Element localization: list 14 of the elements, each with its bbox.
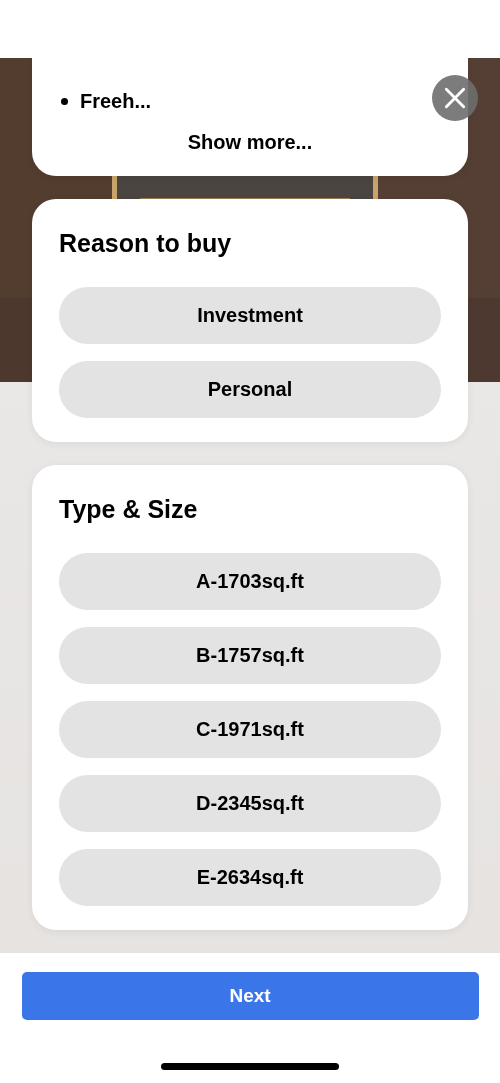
option-button[interactable]: B-1757sq.ft	[59, 627, 441, 684]
option-button[interactable]: A-1703sq.ft	[59, 553, 441, 610]
bullet-text: Freeh...	[80, 90, 152, 113]
option-button[interactable]: D-2345sq.ft	[59, 775, 441, 832]
section-title: Type & Size	[59, 495, 199, 524]
option-button[interactable]: Investment	[59, 287, 441, 344]
option-button[interactable]: Personal	[59, 361, 441, 418]
section-title: Reason to buy	[59, 229, 233, 258]
bullet-icon	[61, 98, 68, 105]
close-icon	[442, 85, 468, 111]
next-button[interactable]: Next	[21, 972, 479, 1020]
option-button[interactable]: C-1971sq.ft	[59, 701, 441, 758]
option-button[interactable]: E-2634sq.ft	[59, 849, 441, 906]
show-more-link[interactable]: Show more...	[187, 131, 313, 154]
